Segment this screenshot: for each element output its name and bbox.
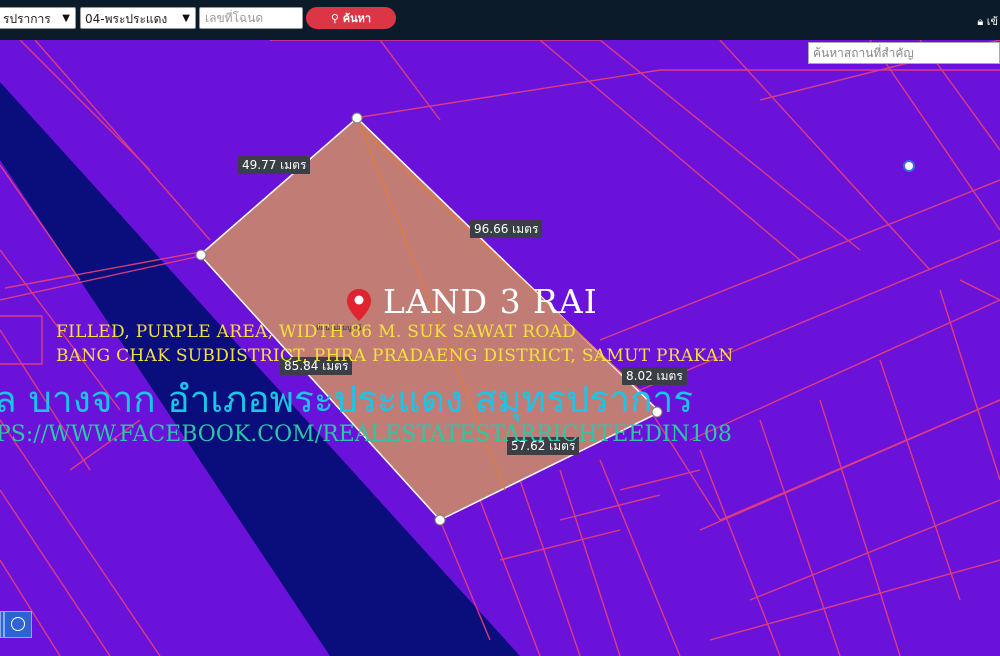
lock-icon: 🔒︎ <box>977 15 984 28</box>
province-select[interactable]: รปราการ ▼ <box>0 7 76 29</box>
listing-description-line2: BANG CHAK SUBDISTRICT, PHRA PRADAENG DIS… <box>56 346 734 366</box>
place-search-input[interactable] <box>808 42 1000 64</box>
map-pin-icon <box>347 289 371 321</box>
parcel-number-input[interactable] <box>199 7 303 29</box>
search-button[interactable]: ⚲ ค้นหา <box>306 7 396 29</box>
chevron-down-icon: ▼ <box>182 13 190 24</box>
search-icon: ⚲ <box>330 12 339 25</box>
login-label: เข้ <box>986 15 998 28</box>
login-link[interactable]: 🔒︎ เข้ <box>977 12 998 30</box>
circle-tool-button[interactable] <box>4 611 32 638</box>
district-select[interactable]: 04-พระประแดง ▼ <box>80 7 196 29</box>
listing-url: PS://WWW.FACEBOOK.COM/REALESTATESTARRICH… <box>0 422 732 447</box>
top-toolbar: รปราการ ▼ 04-พระประแดง ▼ ⚲ ค้นหา 🔒︎ เข้ <box>0 0 1000 40</box>
location-marker[interactable] <box>903 160 915 172</box>
province-select-value: รปราการ <box>3 12 51 26</box>
measurement-label: 96.66 เมตร <box>470 220 543 238</box>
circle-icon <box>11 617 25 631</box>
search-button-label: ค้นหา <box>342 12 372 25</box>
chevron-down-icon: ▼ <box>62 13 70 24</box>
listing-description-line1: FILLED, PURPLE AREA, WIDTH 86 M. SUK SAW… <box>56 322 577 342</box>
listing-thai-location: ล บางจาก อำเภอพระประแดง สมุทรปราการ <box>0 378 694 421</box>
district-select-value: 04-พระประแดง <box>85 12 168 26</box>
measurement-label: 49.77 เมตร <box>238 156 311 174</box>
listing-title: LAND 3 RAI <box>383 282 598 321</box>
